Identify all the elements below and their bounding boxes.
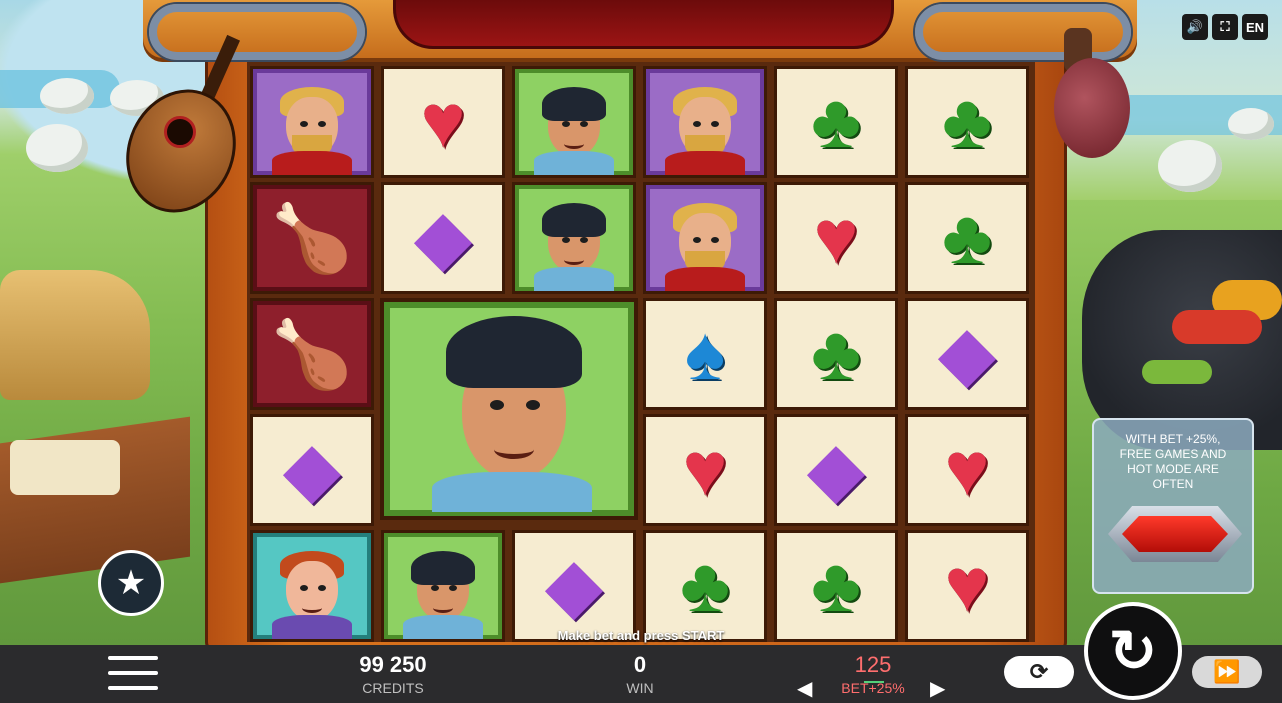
symbol-diamond: ◆: [774, 414, 898, 526]
win-display: 0 WIN: [600, 652, 680, 696]
symbol-club: ♣: [905, 182, 1029, 294]
turkey-icon: 🍗: [270, 201, 354, 275]
symbol-heart: ♥: [774, 182, 898, 294]
heart-icon: ♥: [420, 79, 466, 164]
fullscreen-icon[interactable]: ⛶: [1212, 14, 1238, 40]
symbol-turkey: 🍗: [250, 298, 374, 410]
bet-level-bar: [864, 681, 884, 683]
autoplay-button[interactable]: ⟳: [1004, 656, 1074, 688]
heart-icon: ♥: [944, 543, 990, 628]
symbol-club: ♣: [774, 66, 898, 178]
symbol-diamond: ◆: [250, 414, 374, 526]
sheep-decoration: [26, 124, 88, 172]
win-label: WIN: [626, 680, 654, 696]
spin-button[interactable]: ↻: [1084, 602, 1182, 700]
star-icon: ★: [115, 564, 147, 602]
credits-label: CREDITS: [362, 680, 424, 696]
title-bar: [393, 0, 894, 49]
bet-boost-text: WITH BET +25%, FREE GAMES AND HOT MODE A…: [1119, 432, 1227, 491]
vegetable-decoration: [1172, 310, 1262, 344]
symbol-elf-large: [380, 298, 638, 520]
turbo-button[interactable]: ⏩: [1192, 656, 1262, 688]
club-icon: ♣: [811, 311, 861, 396]
symbol-heart: ♥: [381, 66, 505, 178]
heart-icon: ♥: [682, 427, 728, 512]
heart-icon: ♥: [944, 427, 990, 512]
diamond-icon: ◆: [806, 427, 866, 512]
bet-increase-button[interactable]: ▶: [930, 676, 945, 701]
diamond-icon: ◆: [413, 195, 473, 280]
bet-value: 125: [854, 652, 892, 677]
symbol-dwarf: [643, 182, 767, 294]
bet-boost-panel: WITH BET +25%, FREE GAMES AND HOT MODE A…: [1092, 418, 1254, 594]
symbol-heart: ♥: [905, 414, 1029, 526]
symbol-dwarf: [643, 66, 767, 178]
symbol-turkey: 🍗: [250, 182, 374, 294]
bet-decrease-button[interactable]: ◀: [797, 676, 812, 701]
club-icon: ♣: [680, 543, 730, 628]
spin-icon: ↻: [1108, 619, 1158, 684]
top-toolbar: 🔊 ⛶ EN: [1182, 14, 1268, 40]
picnic-basket-decoration: [0, 270, 150, 400]
diamond-icon: ◆: [544, 543, 604, 628]
turkey-icon: 🍗: [270, 317, 354, 391]
diamond-icon: ◆: [282, 427, 342, 512]
symbol-elf: [512, 182, 636, 294]
credits-display: 99 250 CREDITS: [330, 652, 456, 696]
symbol-elf: [512, 66, 636, 178]
club-icon: ♣: [811, 543, 861, 628]
symbol-club: ♣: [774, 298, 898, 410]
language-button[interactable]: EN: [1242, 14, 1268, 40]
menu-button[interactable]: [108, 656, 158, 690]
club-icon: ♣: [942, 79, 992, 164]
win-value: 0: [633, 652, 647, 677]
lute-decoration: [106, 30, 256, 231]
symbol-elf: [381, 530, 505, 642]
cheese-decoration: [10, 440, 120, 495]
reel-frame-top: [143, 0, 1137, 62]
sheep-decoration: [1228, 108, 1274, 140]
bet-display: 125 BET+25%: [828, 652, 918, 696]
spade-icon: ♠: [684, 311, 726, 396]
menu-icon: [108, 656, 158, 660]
symbol-diamond: ◆: [905, 298, 1029, 410]
symbol-heart: ♥: [905, 530, 1029, 642]
sound-icon[interactable]: 🔊: [1182, 14, 1208, 40]
vegetable-decoration: [1142, 360, 1212, 384]
symbol-spade: ♠: [643, 298, 767, 410]
club-icon: ♣: [811, 79, 861, 164]
diamond-icon: ◆: [937, 311, 997, 396]
symbol-club: ♣: [643, 530, 767, 642]
symbol-club: ♣: [905, 66, 1029, 178]
symbol-diamond: ◆: [512, 530, 636, 642]
favorite-button[interactable]: ★: [98, 550, 164, 616]
fast-forward-icon: ⏩: [1213, 659, 1241, 684]
sheep-decoration: [40, 78, 94, 114]
symbol-granny: [250, 530, 374, 642]
autoplay-icon: ⟳: [1029, 659, 1049, 684]
sheep-decoration: [1158, 140, 1222, 192]
club-icon: ♣: [942, 195, 992, 280]
symbol-club: ♣: [774, 530, 898, 642]
credits-value: 99 250: [359, 652, 427, 677]
heart-icon: ♥: [813, 195, 859, 280]
symbol-dwarf: [250, 66, 374, 178]
flask-decoration: [1036, 18, 1136, 168]
bet-boost-toggle[interactable]: [1108, 506, 1242, 562]
symbol-diamond: ◆: [381, 182, 505, 294]
symbol-heart: ♥: [643, 414, 767, 526]
